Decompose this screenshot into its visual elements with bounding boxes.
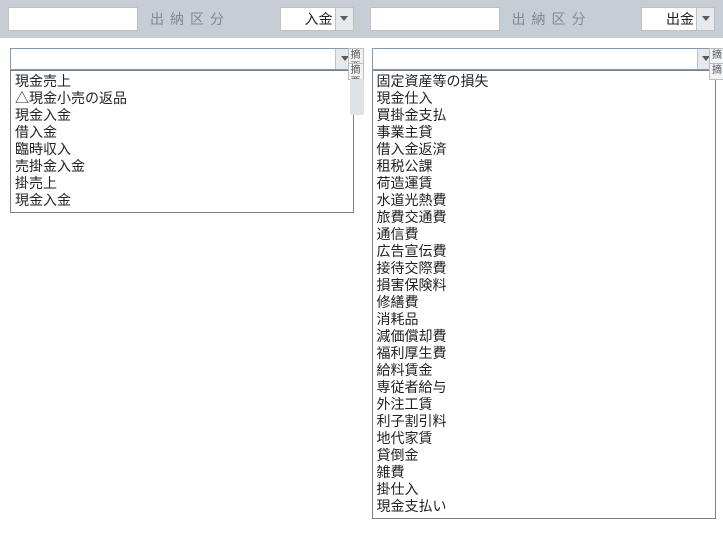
side-tab[interactable]: 摘 [709,64,723,80]
list-item[interactable]: 売掛金入金 [15,158,349,175]
list-item[interactable]: 福利厚生費 [377,345,711,362]
side-tab[interactable]: 摘 [709,48,723,64]
list-item[interactable]: 借入金返済 [377,141,711,158]
left-strip-label: 出納区分 [150,9,230,29]
list-item[interactable]: 通信費 [377,226,711,243]
list-item[interactable]: △現金小売の返品 [15,90,349,107]
list-item[interactable]: 修繕費 [377,294,711,311]
chevron-down-icon[interactable] [696,8,714,30]
left-top-strip: 出納区分 入金 [0,0,362,38]
list-item[interactable]: 借入金 [15,124,349,141]
list-item[interactable]: 外注工賃 [377,396,711,413]
list-item[interactable]: 租税公課 [377,158,711,175]
list-item[interactable]: 掛売上 [15,175,349,192]
list-item[interactable]: 現金入金 [15,107,349,124]
list-item[interactable]: 荷造運賃 [377,175,711,192]
right-top-strip: 出納区分 出金 [362,0,723,38]
list-item[interactable]: 買掛金支払 [377,107,711,124]
left-dropdown-list[interactable]: 現金売上△現金小売の返品現金入金借入金臨時収入売掛金入金掛売上現金入金 [10,70,354,213]
left-item-select[interactable] [10,48,354,70]
left-text-field[interactable] [8,7,138,31]
right-dropdown-list[interactable]: 固定資産等の損失現金仕入買掛金支払事業主貸借入金返済租税公課荷造運賃水道光熱費旅… [372,70,716,519]
left-pane: 出納区分 入金 現金売上△現金小売の返品現金入金借入金臨時収入売掛金入金掛売上現… [0,0,362,519]
list-item[interactable]: 給料賃金 [377,362,711,379]
list-item[interactable]: 雑費 [377,464,711,481]
right-pane: 出納区分 出金 固定資産等の損失現金仕入買掛金支払事業主貸借入金返済租税公課荷造… [362,0,723,519]
right-strip-label: 出納区分 [512,9,592,29]
list-item[interactable]: 現金仕入 [377,90,711,107]
list-item[interactable]: 利子割引料 [377,413,711,430]
chevron-down-icon[interactable] [335,8,353,30]
right-type-select[interactable]: 出金 [641,7,715,31]
list-item[interactable]: 現金入金 [15,192,349,209]
list-item[interactable]: 現金売上 [15,73,349,90]
list-item[interactable]: 接待交際費 [377,260,711,277]
right-item-select[interactable] [372,48,716,70]
list-item[interactable]: 広告宣伝費 [377,243,711,260]
list-item[interactable]: 専従者給与 [377,379,711,396]
left-type-value: 入金 [287,9,335,29]
right-text-field[interactable] [370,7,500,31]
list-item[interactable]: 旅費交通費 [377,209,711,226]
list-item[interactable]: 事業主貸 [377,124,711,141]
list-item[interactable]: 貸倒金 [377,447,711,464]
list-item[interactable]: 臨時収入 [15,141,349,158]
right-type-value: 出金 [648,9,696,29]
left-type-select[interactable]: 入金 [280,7,354,31]
list-item[interactable]: 水道光熱費 [377,192,711,209]
right-side-tabs: 摘摘 [709,48,723,80]
list-item[interactable]: 掛仕入 [377,481,711,498]
list-item[interactable]: 地代家賃 [377,430,711,447]
list-item[interactable]: 損害保険料 [377,277,711,294]
list-item[interactable]: 消耗品 [377,311,711,328]
list-item[interactable]: 固定資産等の損失 [377,73,711,90]
list-item[interactable]: 減価償却費 [377,328,711,345]
list-item[interactable]: 現金支払い [377,498,711,515]
